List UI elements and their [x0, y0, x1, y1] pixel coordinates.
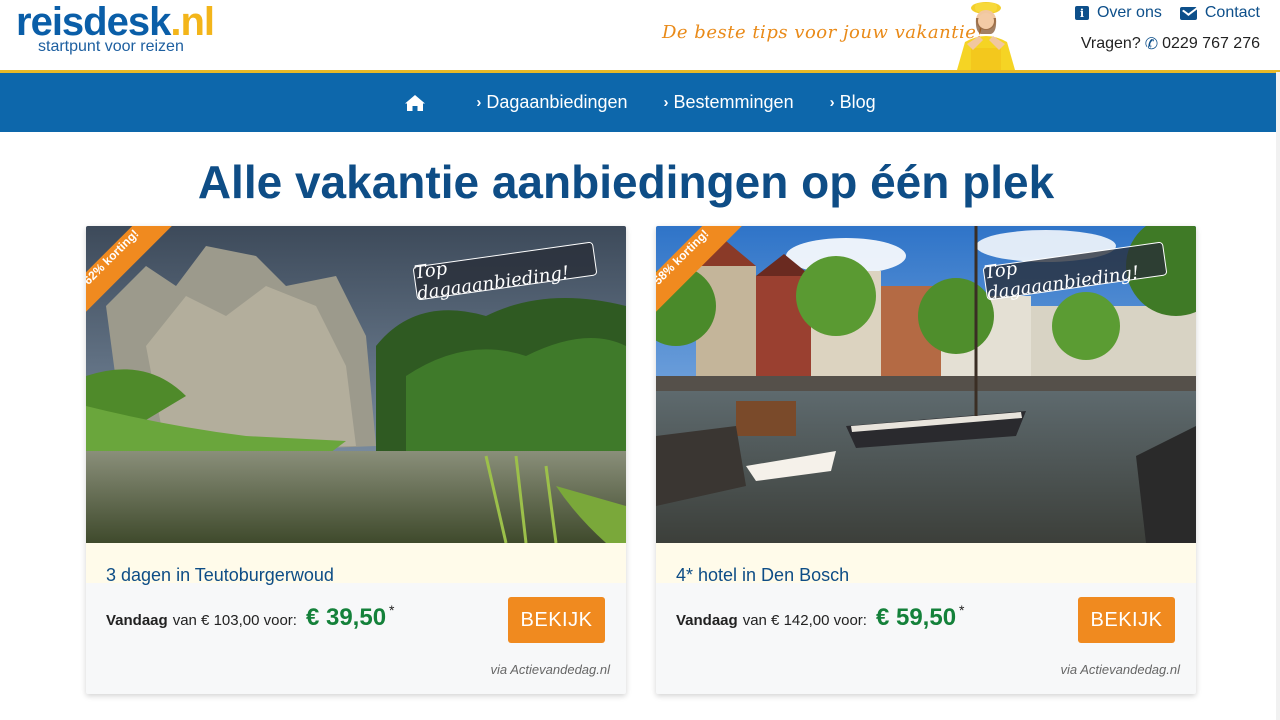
header-links: i Over ons Contact Vragen? ✆ 0229 767 27…	[1074, 4, 1260, 54]
deal-card[interactable]: 58% korting! Top dagaaanbieding! 4* hote…	[656, 226, 1196, 694]
chevron-right-icon: ›	[663, 94, 669, 111]
header-slogan: De beste tips voor jouw vakantie!	[662, 22, 985, 43]
deal-price: € 39,50	[305, 604, 387, 631]
vandaag-label: Vandaag	[676, 612, 738, 629]
deal-title[interactable]: 3 dagen in Teutoburgerwoud	[106, 565, 334, 586]
vandaag-label: Vandaag	[106, 612, 168, 629]
deal-card[interactable]: 62% korting! Top dagaaanbieding! 3 dagen…	[86, 226, 626, 694]
deal-source: via Actievandedag.nl	[1060, 662, 1181, 677]
bekijk-button[interactable]: BEKIJK	[508, 597, 605, 643]
site-logo[interactable]: reisdesk.nl startpunt voor reizen	[16, 2, 215, 56]
nav-label: Blog	[839, 92, 876, 112]
deal-image-teutoburgerwoud[interactable]: 62% korting! Top dagaaanbieding!	[86, 226, 626, 543]
logo-wordmark: reisdesk.nl	[16, 2, 215, 42]
phone-number[interactable]: 0229 767 276	[1162, 35, 1260, 53]
scrollbar[interactable]	[1276, 72, 1280, 720]
nav-label: Bestemmingen	[673, 92, 794, 112]
nav-item-dagaanbiedingen[interactable]: › Dagaanbiedingen	[458, 92, 645, 113]
chevron-right-icon: ›	[829, 94, 835, 111]
nav-home[interactable]	[386, 94, 458, 112]
deal-source: via Actievandedag.nl	[490, 662, 611, 677]
home-icon	[405, 94, 426, 111]
original-price: van € 103,00 voor:	[172, 612, 297, 629]
main-nav: › Dagaanbiedingen › Bestemmingen › Blog	[0, 73, 1280, 132]
price-footnote-star: *	[959, 602, 965, 618]
nav-label: Dagaanbiedingen	[486, 92, 628, 112]
site-header: reisdesk.nl startpunt voor reizen De bes…	[0, 0, 1280, 70]
mail-icon	[1179, 6, 1197, 20]
over-ons-label: Over ons	[1096, 4, 1162, 21]
contact-link[interactable]: Contact	[1179, 4, 1260, 22]
deal-price: € 59,50	[875, 604, 957, 631]
nav-item-blog[interactable]: › Blog	[812, 92, 894, 113]
deal-price-line: Vandaag van € 142,00 voor: € 59,50 *	[676, 602, 965, 632]
original-price: van € 142,00 voor:	[742, 612, 867, 629]
page-title: Alle vakantie aanbiedingen op één plek	[197, 156, 1055, 208]
deal-price-line: Vandaag van € 103,00 voor: € 39,50 *	[106, 602, 395, 632]
questions-label: Vragen?	[1080, 35, 1141, 52]
nav-item-bestemmingen[interactable]: › Bestemmingen	[646, 92, 812, 113]
deal-title[interactable]: 4* hotel in Den Bosch	[676, 565, 849, 586]
deal-image-den-bosch[interactable]: 58% korting! Top dagaaanbieding!	[656, 226, 1196, 543]
chevron-right-icon: ›	[476, 94, 482, 111]
mascot-illustration	[957, 2, 1015, 70]
bekijk-button[interactable]: BEKIJK	[1078, 597, 1175, 643]
price-footnote-star: *	[389, 602, 395, 618]
contact-label: Contact	[1204, 4, 1260, 21]
over-ons-link[interactable]: i Over ons	[1074, 4, 1162, 22]
info-icon: i	[1074, 6, 1089, 20]
phone-icon: ✆	[1144, 36, 1159, 53]
